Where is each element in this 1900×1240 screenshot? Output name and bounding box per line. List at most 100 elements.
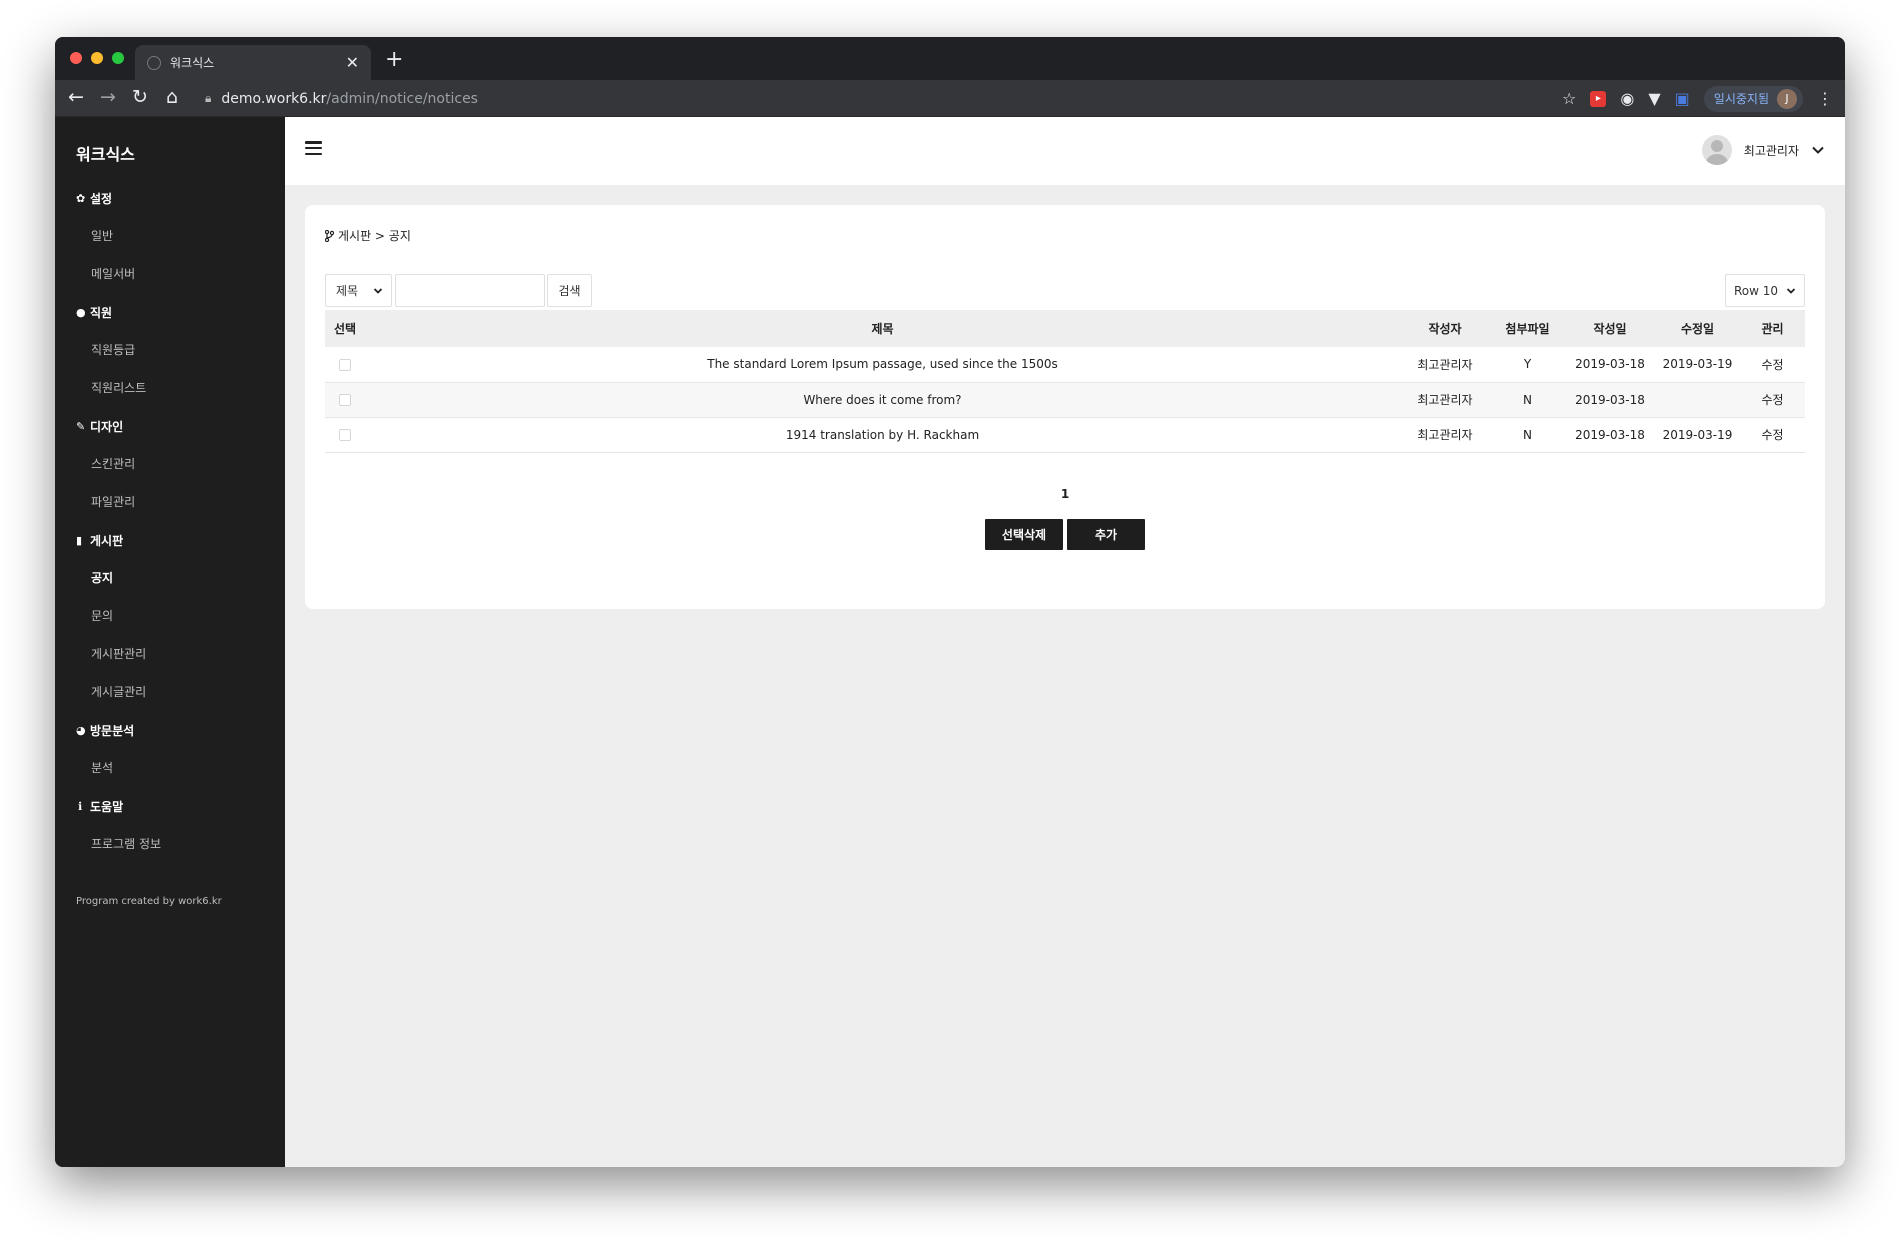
hamburger-menu-icon[interactable]	[305, 141, 322, 155]
search-field-select[interactable]: 제목	[325, 274, 392, 307]
column-header-created: 작성일	[1565, 310, 1655, 347]
row-author: 최고관리자	[1400, 347, 1490, 383]
forward-icon[interactable]: →	[99, 86, 117, 108]
row-checkbox[interactable]	[339, 429, 351, 441]
sidebar-item-mail-server[interactable]: 메일서버	[76, 265, 276, 284]
user-name: 최고관리자	[1743, 143, 1799, 158]
page-number-current[interactable]: 1	[1061, 487, 1069, 501]
edit-link[interactable]: 수정	[1740, 417, 1805, 453]
row-modified: 2019-03-19	[1655, 347, 1740, 383]
sidebar-item-program-info[interactable]: 프로그램 정보	[76, 835, 276, 854]
notice-board-card: 게시판 > 공지 제목 검색 Row 10 선택 제목 작성자 첨부파일 작성일…	[305, 205, 1825, 609]
sidebar-item-files[interactable]: 파일관리	[76, 493, 276, 512]
close-tab-icon[interactable]: ✕	[346, 53, 359, 72]
pagination: 1	[305, 487, 1825, 501]
sidebar-item-board-manage[interactable]: 게시판관리	[76, 645, 276, 664]
lock-icon: 🔒︎	[205, 91, 212, 105]
add-button[interactable]: 추가	[1067, 519, 1145, 550]
table-row: 1914 translation by H. Rackham 최고관리자 N 2…	[325, 417, 1805, 453]
row-created: 2019-03-18	[1565, 382, 1655, 418]
search-button[interactable]: 검색	[547, 274, 592, 307]
camera-icon[interactable]: ◉	[1620, 89, 1634, 108]
column-header-select: 선택	[325, 310, 365, 347]
row-created: 2019-03-18	[1565, 347, 1655, 383]
browser-window: 워크식스 ✕ + ← → ↻ ⌂ 🔒︎ demo.work6.kr/admin/…	[55, 37, 1845, 1167]
sidebar-item-staff-grade[interactable]: 직원등급	[76, 341, 276, 360]
top-header: 최고관리자	[285, 117, 1845, 185]
table-header-row: 선택 제목 작성자 첨부파일 작성일 수정일 관리	[325, 310, 1805, 347]
row-title[interactable]: 1914 translation by H. Rackham	[365, 417, 1400, 453]
edit-link[interactable]: 수정	[1740, 382, 1805, 418]
info-icon: ℹ	[78, 800, 83, 813]
extension-window-icon[interactable]: ▣	[1675, 89, 1690, 108]
row-checkbox[interactable]	[339, 358, 351, 371]
column-header-title: 제목	[365, 310, 1400, 347]
row-author: 최고관리자	[1400, 417, 1490, 453]
menu-section-analytics: ◕ 방문분석	[76, 724, 135, 738]
maximize-window-button[interactable]	[112, 52, 124, 64]
clipboard-icon: ▮	[76, 534, 83, 547]
reload-icon[interactable]: ↻	[131, 86, 149, 108]
sidebar-item-notice[interactable]: 공지	[76, 569, 276, 588]
row-title[interactable]: The standard Lorem Ipsum passage, used s…	[365, 347, 1400, 383]
new-tab-icon[interactable]: +	[385, 47, 403, 72]
edit-link[interactable]: 수정	[1740, 347, 1805, 383]
avatar	[1701, 135, 1732, 165]
extension-red-icon[interactable]: ▸	[1590, 90, 1607, 107]
sidebar-menu: ✿ 설정 일반 메일서버 ● 직원 직원등급 직원리스트 ✎ 디자인 스킨관리 파일관…	[76, 189, 276, 873]
table-row: Where does it come from? 최고관리자 N 2019-03…	[325, 382, 1805, 418]
row-author: 최고관리자	[1400, 382, 1490, 418]
delete-selected-button[interactable]: 선택삭제	[985, 519, 1063, 550]
close-window-button[interactable]	[70, 52, 82, 64]
minimize-window-button[interactable]	[91, 52, 103, 64]
search-input[interactable]	[395, 274, 545, 307]
sidebar-item-post-manage[interactable]: 게시글관리	[76, 683, 276, 702]
brush-icon: ✎	[76, 420, 86, 433]
admin-app: 워크식스 ✿ 설정 일반 메일서버 ● 직원 직원등급 직원리스트 ✎ 디자인 스킨관…	[55, 117, 1845, 1167]
sidebar-item-skin[interactable]: 스킨관리	[76, 455, 276, 474]
menu-section-settings: ✿ 설정	[76, 192, 113, 206]
breadcrumb-text: 게시판 > 공지	[338, 229, 411, 243]
browser-tab[interactable]: 워크식스 ✕	[135, 45, 371, 80]
row-title[interactable]: Where does it come from?	[365, 382, 1400, 418]
menu-section-design: ✎ 디자인	[76, 420, 124, 434]
footer-credit: Program created by work6.kr	[76, 896, 222, 907]
profile-avatar: J	[1777, 88, 1797, 109]
sidebar: 워크식스 ✿ 설정 일반 메일서버 ● 직원 직원등급 직원리스트 ✎ 디자인 스킨관…	[55, 117, 285, 1167]
chevron-down-icon	[373, 287, 383, 294]
column-header-manage: 관리	[1740, 310, 1805, 347]
sidebar-item-analysis[interactable]: 분석	[76, 759, 276, 778]
row-attachment: N	[1490, 382, 1565, 418]
user-icon: ●	[76, 306, 86, 319]
brand-logo[interactable]: 워크식스	[76, 141, 135, 165]
back-icon[interactable]: ←	[67, 86, 85, 108]
home-icon[interactable]: ⌂	[163, 86, 181, 108]
search-toolbar: 제목 검색 Row 10	[325, 274, 1805, 308]
globe-icon	[147, 55, 161, 70]
navigation-buttons: ← → ↻ ⌂	[67, 86, 181, 108]
sidebar-item-inquiry[interactable]: 문의	[76, 607, 276, 626]
window-controls	[70, 52, 124, 64]
profile-button[interactable]: 일시중지됨 J	[1703, 85, 1803, 112]
gear-icon: ✿	[76, 192, 86, 205]
row-created: 2019-03-18	[1565, 417, 1655, 453]
row-checkbox[interactable]	[339, 394, 351, 406]
url-host: demo.work6.kr	[221, 90, 327, 107]
menu-section-help: ℹ 도움말	[78, 800, 124, 814]
sidebar-item-staff-list[interactable]: 직원리스트	[76, 379, 276, 398]
url-field[interactable]: 🔒︎ demo.work6.kr/admin/notice/notices	[205, 85, 1555, 112]
action-buttons: 선택삭제 추가	[305, 519, 1825, 550]
column-header-modified: 수정일	[1655, 310, 1740, 347]
user-menu[interactable]: 최고관리자	[1701, 135, 1825, 165]
menu-kebab-icon[interactable]: ⋮	[1817, 89, 1833, 108]
code-branch-icon	[325, 229, 334, 242]
vue-extension-icon[interactable]: ▼	[1648, 89, 1660, 108]
pie-chart-icon: ◕	[76, 724, 86, 737]
url-path: /admin/notice/notices	[326, 90, 478, 107]
breadcrumb: 게시판 > 공지	[325, 227, 411, 244]
row-modified: 2019-03-19	[1655, 417, 1740, 453]
star-icon[interactable]: ☆	[1562, 89, 1576, 108]
sidebar-item-general[interactable]: 일반	[76, 227, 276, 246]
row-attachment: Y	[1490, 347, 1565, 383]
rows-per-page-select[interactable]: Row 10	[1725, 274, 1805, 307]
